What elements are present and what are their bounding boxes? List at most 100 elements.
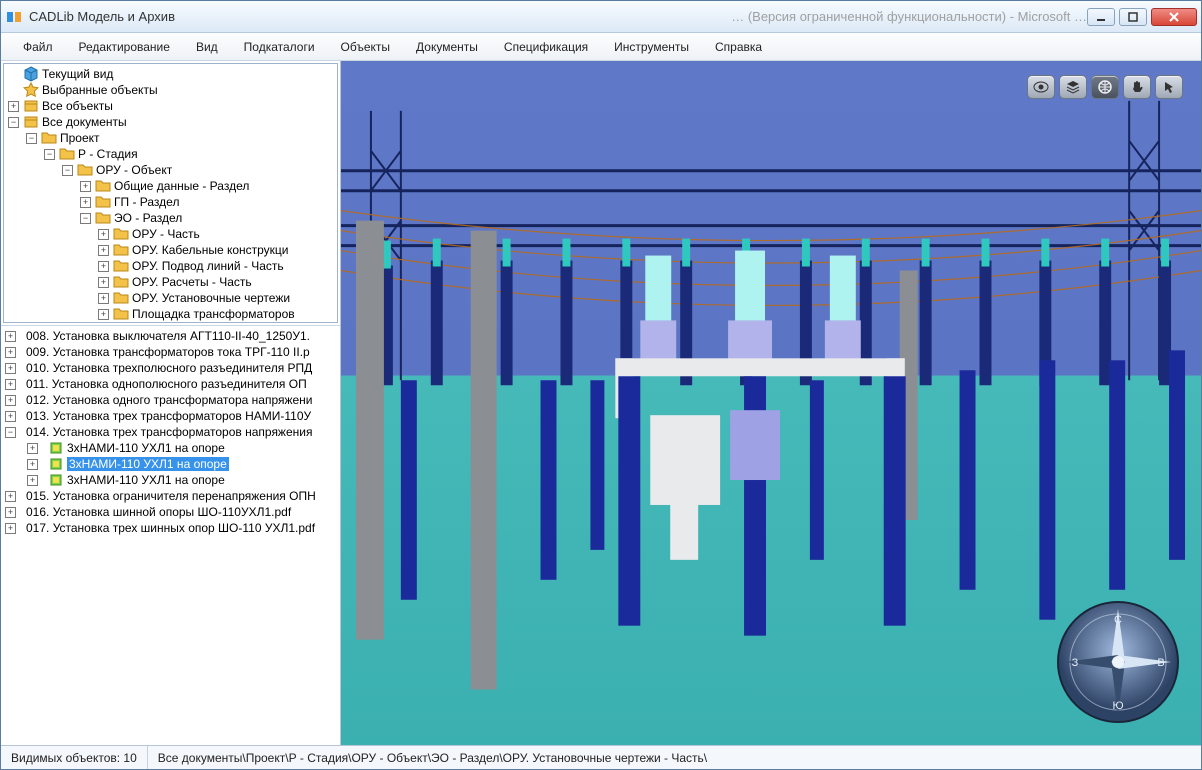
list-item[interactable]: −014. Установка трех трансформаторов нап… bbox=[1, 424, 340, 440]
list-item[interactable]: +011. Установка однополюсного разъединит… bbox=[1, 376, 340, 392]
tree-node[interactable]: − Р - Стадия bbox=[4, 146, 337, 162]
folder-icon bbox=[113, 258, 129, 274]
expand-icon[interactable]: + bbox=[5, 411, 16, 422]
menu-5[interactable]: Документы bbox=[404, 36, 490, 58]
tree-node[interactable]: +ОРУ. Кабельные конструкци bbox=[4, 242, 337, 258]
hand-icon[interactable] bbox=[1123, 75, 1151, 99]
viewport-3d[interactable]: С В Ю З bbox=[341, 61, 1201, 745]
expand-icon[interactable]: + bbox=[5, 395, 16, 406]
tree-node[interactable]: +ОРУ. Подвод линий - Часть bbox=[4, 258, 337, 274]
tree-node[interactable]: +Площадка трансформаторов bbox=[4, 306, 337, 322]
menu-0[interactable]: Файл bbox=[11, 36, 65, 58]
star-icon bbox=[23, 82, 39, 98]
tree-node-label: Р - Стадия bbox=[78, 146, 138, 162]
tree-node[interactable]: +ГП - Раздел bbox=[4, 194, 337, 210]
tree-node[interactable]: + ОРУ. Расчеты - Часть bbox=[4, 274, 337, 290]
expand-icon[interactable]: + bbox=[98, 293, 109, 304]
folder-icon bbox=[95, 178, 111, 194]
expand-icon[interactable]: + bbox=[8, 101, 19, 112]
document-list-panel[interactable]: +008. Установка выключателя АГТ110-II-40… bbox=[1, 325, 340, 745]
expand-icon[interactable]: + bbox=[80, 197, 91, 208]
expand-icon[interactable]: + bbox=[27, 475, 38, 486]
cursor-icon[interactable] bbox=[1155, 75, 1183, 99]
status-path: Все документы\Проект\Р - Стадия\ОРУ - Об… bbox=[148, 746, 1201, 769]
collapse-icon[interactable]: − bbox=[5, 427, 16, 438]
close-button[interactable] bbox=[1151, 8, 1197, 26]
list-item[interactable]: +010. Установка трехполюсного разъединит… bbox=[1, 360, 340, 376]
tree-node[interactable]: −Проект bbox=[4, 130, 337, 146]
tree-node-label: Выбранные объекты bbox=[42, 82, 158, 98]
list-item[interactable]: +016. Установка шинной опоры ШО-110УХЛ1.… bbox=[1, 504, 340, 520]
globe-icon[interactable] bbox=[1091, 75, 1119, 99]
menu-7[interactable]: Инструменты bbox=[602, 36, 701, 58]
collapse-icon[interactable]: − bbox=[26, 133, 37, 144]
list-item[interactable]: +017. Установка трех шинных опор ШО-110 … bbox=[1, 520, 340, 536]
tree-node-label: ОРУ - Объект bbox=[96, 162, 172, 178]
expand-icon[interactable]: + bbox=[98, 229, 109, 240]
folder-icon bbox=[95, 210, 111, 226]
menu-1[interactable]: Редактирование bbox=[67, 36, 182, 58]
svg-text:Ю: Ю bbox=[1112, 700, 1123, 712]
tree-panel[interactable]: Текущий видВыбранные объекты + Все объекты… bbox=[3, 63, 338, 323]
list-item[interactable]: +012. Установка одного трансформатора на… bbox=[1, 392, 340, 408]
tree-node-label: Все объекты bbox=[42, 98, 113, 114]
app-logo-icon bbox=[5, 8, 23, 26]
collapse-icon[interactable]: − bbox=[80, 213, 91, 224]
expand-icon[interactable]: + bbox=[80, 181, 91, 192]
list-item[interactable]: +008. Установка выключателя АГТ110-II-40… bbox=[1, 328, 340, 344]
list-item[interactable]: +3хНАМИ-110 УХЛ1 на опоре bbox=[1, 456, 340, 472]
expand-icon[interactable]: + bbox=[98, 245, 109, 256]
list-item-label: 012. Установка одного трансформатора нап… bbox=[26, 393, 313, 407]
menu-3[interactable]: Подкаталоги bbox=[232, 36, 327, 58]
tree-node[interactable]: − ОРУ - Объект bbox=[4, 162, 337, 178]
folder-icon bbox=[113, 226, 129, 242]
list-item[interactable]: +009. Установка трансформаторов тока ТРГ… bbox=[1, 344, 340, 360]
tree-node-label: Текущий вид bbox=[42, 66, 113, 82]
tree-node-label: Общие данные - Раздел bbox=[114, 178, 249, 194]
part-icon bbox=[48, 472, 64, 488]
list-item[interactable]: +3хНАМИ-110 УХЛ1 на опоре bbox=[1, 440, 340, 456]
tree-node[interactable]: −Все документы bbox=[4, 114, 337, 130]
expand-icon[interactable]: + bbox=[98, 277, 109, 288]
tree-node[interactable]: + Все объекты bbox=[4, 98, 337, 114]
collapse-icon[interactable]: − bbox=[62, 165, 73, 176]
tree-node[interactable]: Текущий вид bbox=[4, 66, 337, 82]
folder-icon bbox=[113, 274, 129, 290]
menu-2[interactable]: Вид bbox=[184, 36, 230, 58]
eye-icon[interactable] bbox=[1027, 75, 1055, 99]
expand-icon[interactable]: + bbox=[5, 379, 16, 390]
list-item[interactable]: +015. Установка ограничителя перенапряже… bbox=[1, 488, 340, 504]
app-window: CADLib Модель и Архив … (Версия ограниче… bbox=[0, 0, 1202, 770]
expand-icon[interactable]: + bbox=[5, 491, 16, 502]
list-item[interactable]: +3хНАМИ-110 УХЛ1 на опоре bbox=[1, 472, 340, 488]
list-item-label: 013. Установка трех трансформаторов НАМИ… bbox=[26, 409, 311, 423]
tree-node[interactable]: +ОРУ. Установочные чертежи bbox=[4, 290, 337, 306]
collapse-icon[interactable]: − bbox=[44, 149, 55, 160]
menu-8[interactable]: Справка bbox=[703, 36, 774, 58]
compass-widget[interactable]: С В Ю З bbox=[1053, 597, 1183, 727]
folder-icon bbox=[41, 130, 57, 146]
menu-4[interactable]: Объекты bbox=[329, 36, 403, 58]
layers-icon[interactable] bbox=[1059, 75, 1087, 99]
list-item[interactable]: +013. Установка трех трансформаторов НАМ… bbox=[1, 408, 340, 424]
list-item-label: 015. Установка ограничителя перенапряжен… bbox=[26, 489, 316, 503]
menu-6[interactable]: Спецификация bbox=[492, 36, 600, 58]
tree-node-label: ОРУ. Расчеты - Часть bbox=[132, 274, 252, 290]
expand-icon[interactable]: + bbox=[5, 363, 16, 374]
expand-icon[interactable]: + bbox=[98, 261, 109, 272]
tree-node[interactable]: +ОРУ - Часть bbox=[4, 226, 337, 242]
expand-icon[interactable]: + bbox=[5, 347, 16, 358]
expand-icon[interactable]: + bbox=[27, 459, 38, 470]
expand-icon[interactable]: + bbox=[5, 331, 16, 342]
expand-icon[interactable]: + bbox=[98, 309, 109, 320]
tree-node[interactable]: + Общие данные - Раздел bbox=[4, 178, 337, 194]
part-icon bbox=[48, 440, 64, 456]
maximize-button[interactable] bbox=[1119, 8, 1147, 26]
collapse-icon[interactable]: − bbox=[8, 117, 19, 128]
expand-icon[interactable]: + bbox=[5, 507, 16, 518]
expand-icon[interactable]: + bbox=[5, 523, 16, 534]
tree-node[interactable]: −ЭО - Раздел bbox=[4, 210, 337, 226]
expand-icon[interactable]: + bbox=[27, 443, 38, 454]
minimize-button[interactable] bbox=[1087, 8, 1115, 26]
tree-node[interactable]: Выбранные объекты bbox=[4, 82, 337, 98]
